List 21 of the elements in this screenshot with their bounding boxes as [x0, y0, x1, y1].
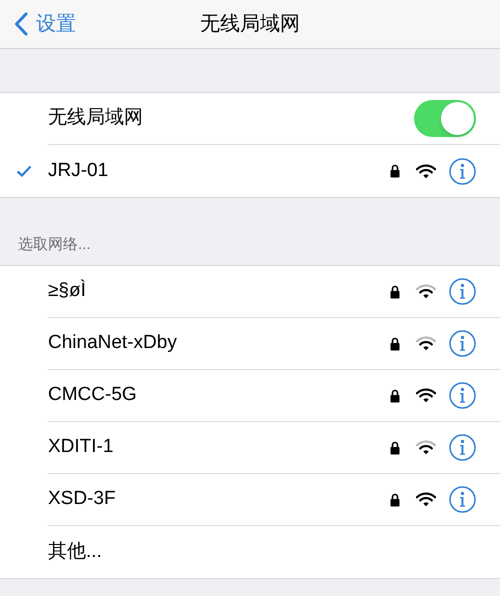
network-row[interactable]: JRJ-01	[0, 145, 500, 197]
network-name: ≥§øÌ	[48, 278, 87, 304]
section-header: 选取网络...	[18, 234, 91, 254]
wifi-label: 无线局域网	[48, 106, 143, 130]
network-name: CMCC-5G	[48, 383, 138, 408]
info-button[interactable]	[449, 278, 476, 305]
network-name: XDITI-1	[48, 435, 114, 460]
window-title: 无线局域网	[200, 12, 300, 37]
info-button[interactable]	[449, 158, 476, 184]
info-button[interactable]	[449, 330, 476, 357]
back-chevron-icon	[14, 12, 28, 36]
info-button[interactable]	[449, 382, 476, 409]
info-button[interactable]	[449, 434, 476, 461]
other-label: 其他...	[48, 540, 102, 564]
wifi-switch[interactable]	[414, 100, 476, 137]
network-name: XSD-3F	[48, 487, 117, 512]
back-button[interactable]: 设置	[14, 9, 76, 39]
network-name: ChinaNet-xDby	[48, 331, 178, 356]
network-name: JRJ-01	[48, 158, 110, 183]
other-network-row[interactable]: 其他...	[0, 526, 500, 578]
info-button[interactable]	[449, 486, 476, 513]
